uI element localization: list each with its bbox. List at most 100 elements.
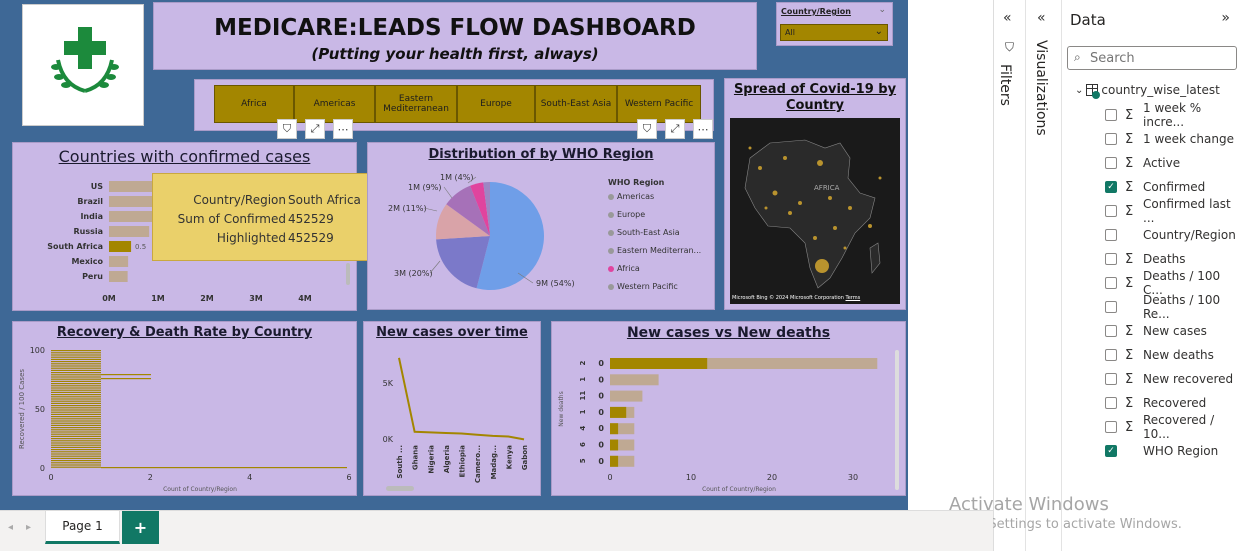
leader-line: [443, 186, 453, 199]
country-slicer[interactable]: Country/Region ⌄ All ⌄: [776, 2, 893, 46]
field-checkbox[interactable]: [1105, 301, 1117, 313]
highlighted-bar: [610, 455, 619, 467]
filter-icon[interactable]: ⛉: [637, 119, 657, 139]
field-checkbox[interactable]: [1105, 253, 1117, 265]
region-button-eastern-mediterranean[interactable]: Eastern Mediterranean: [375, 85, 457, 123]
region-button-south-east-asia[interactable]: South-East Asia: [535, 85, 617, 123]
field-item[interactable]: Σ New deaths: [1105, 345, 1214, 365]
slicer-dropdown[interactable]: All ⌄: [780, 24, 888, 41]
chevron-right-icon[interactable]: ▸: [26, 522, 31, 533]
y-axis-label: New deaths: [558, 391, 565, 426]
chevron-left-icon[interactable]: «: [1003, 10, 1012, 26]
field-item[interactable]: Σ Recovered / 10...: [1105, 413, 1240, 441]
field-item[interactable]: Σ Recovered: [1105, 393, 1206, 413]
recovery-bar: [51, 413, 101, 415]
new-cases-bar-chart[interactable]: 020101101040605New deaths0 10 20 30Count of…: [552, 322, 907, 497]
chevron-down-icon: ⌄: [1075, 84, 1084, 96]
x-tick-label: South ...: [396, 445, 404, 479]
field-checkbox[interactable]: ✓: [1105, 445, 1117, 457]
field-checkbox[interactable]: [1105, 157, 1117, 169]
region-button-western-pacific[interactable]: Western Pacific: [617, 85, 701, 123]
recovery-bar-chart[interactable]: 100 50 00 2 4 6 Recovered / 100 Cases Count of …: [13, 322, 358, 497]
field-checkbox[interactable]: [1105, 325, 1117, 337]
focus-mode-icon[interactable]: ⤢: [305, 119, 325, 139]
field-item[interactable]: ✓ WHO Region: [1105, 441, 1218, 461]
horizontal-scrollbar[interactable]: [386, 486, 414, 491]
chevron-left-icon[interactable]: ◂: [8, 522, 13, 533]
field-checkbox[interactable]: ✓: [1105, 181, 1117, 193]
x-tick-label: 6: [346, 473, 351, 482]
field-item[interactable]: Σ Active: [1105, 153, 1180, 173]
legend-label: Eastern Mediterran...: [617, 246, 702, 255]
chevron-right-icon[interactable]: »: [1221, 10, 1230, 26]
recovery-bar: [51, 440, 101, 442]
tooltip: Country/Region South Africa Sum of Confi…: [152, 173, 375, 261]
x-tick-label: 0: [48, 473, 53, 482]
sigma-icon: Σ: [1125, 395, 1134, 411]
search-box[interactable]: ⌕: [1067, 46, 1237, 70]
recovery-bar: [51, 446, 101, 448]
add-page-button[interactable]: +: [122, 511, 159, 544]
sigma-icon: Σ: [1125, 203, 1134, 219]
field-item[interactable]: Σ Deaths: [1105, 249, 1186, 269]
field-item[interactable]: Σ Deaths / 100 C...: [1105, 269, 1240, 297]
table-node[interactable]: ⌄ country_wise_latest: [1075, 83, 1220, 99]
field-checkbox[interactable]: [1105, 421, 1117, 433]
field-checkbox[interactable]: [1105, 277, 1117, 289]
pie-legend-item[interactable]: Western Pacific: [608, 282, 678, 291]
recovery-bar: [101, 378, 151, 380]
legend-marker-icon: [608, 193, 614, 200]
region-button-americas[interactable]: Americas: [294, 85, 375, 123]
field-item[interactable]: ✓ Σ Confirmed: [1105, 177, 1205, 197]
field-checkbox[interactable]: [1105, 133, 1117, 145]
pie-legend-item[interactable]: Europe: [608, 210, 645, 219]
filter-icon[interactable]: ⛉: [277, 119, 297, 139]
field-checkbox[interactable]: [1105, 205, 1117, 217]
sigma-icon: Σ: [1125, 347, 1134, 363]
field-checkbox[interactable]: [1105, 109, 1117, 121]
more-options-icon[interactable]: ⋯: [333, 119, 353, 139]
map-view[interactable]: AFRICA Microsoft Bing © 2024 Microsoft C…: [730, 118, 900, 304]
pie-legend-item[interactable]: Eastern Mediterran...: [608, 246, 701, 255]
field-item[interactable]: Deaths / 100 Re...: [1105, 293, 1240, 321]
region-button-africa[interactable]: Africa: [214, 85, 294, 123]
new-cases-line-chart[interactable]: 5K 0KSouth ... Ghana Nigeria Algeria Ethiopia…: [364, 322, 542, 497]
tab-page-1[interactable]: Page 1: [45, 511, 120, 544]
highlighted-bar: [109, 241, 132, 252]
legend-marker-icon: [608, 283, 614, 290]
focus-mode-icon[interactable]: ⤢: [665, 119, 685, 139]
x-tick-label: Nigeria: [427, 445, 435, 474]
chevron-up-icon[interactable]: ⌄: [878, 5, 886, 15]
vertical-scrollbar[interactable]: [895, 350, 899, 490]
field-item[interactable]: Σ New cases: [1105, 321, 1207, 341]
pie-legend-item[interactable]: Americas: [608, 192, 654, 201]
tooltip-value-1: South Africa: [288, 193, 361, 207]
recovery-bar: [51, 405, 101, 407]
visualizations-label: Visualizations: [1033, 40, 1049, 136]
field-checkbox[interactable]: [1105, 373, 1117, 385]
field-checkbox[interactable]: [1105, 229, 1117, 241]
recovery-bar: [51, 383, 101, 385]
legend-marker-icon: [608, 265, 614, 272]
pie-legend-item[interactable]: Africa: [608, 264, 640, 273]
chevron-left-icon[interactable]: «: [1037, 10, 1046, 26]
field-item[interactable]: Σ New recovered: [1105, 369, 1233, 389]
y-group-label: 1: [579, 409, 587, 414]
field-item[interactable]: Σ Confirmed last ...: [1105, 197, 1240, 225]
field-item[interactable]: Σ 1 week change: [1105, 129, 1234, 149]
recovery-bar: [51, 365, 101, 367]
field-item[interactable]: Country/Region: [1105, 225, 1236, 245]
region-button-europe[interactable]: Europe: [457, 85, 535, 123]
filters-pane-collapsed[interactable]: « ⛉ Filters: [993, 0, 1026, 551]
recovery-bar: [51, 422, 101, 424]
sigma-icon: Σ: [1125, 251, 1134, 267]
field-checkbox[interactable]: [1105, 349, 1117, 361]
more-options-icon[interactable]: ⋯: [693, 119, 713, 139]
field-checkbox[interactable]: [1105, 397, 1117, 409]
filter-icon: ⛉: [1005, 40, 1015, 54]
search-input[interactable]: [1090, 49, 1230, 67]
pie-legend-item[interactable]: South-East Asia: [608, 228, 680, 237]
visualizations-pane-collapsed[interactable]: « Visualizations: [1027, 0, 1062, 551]
field-item[interactable]: Σ 1 week % incre...: [1105, 101, 1240, 129]
scrollbar[interactable]: [346, 263, 350, 285]
